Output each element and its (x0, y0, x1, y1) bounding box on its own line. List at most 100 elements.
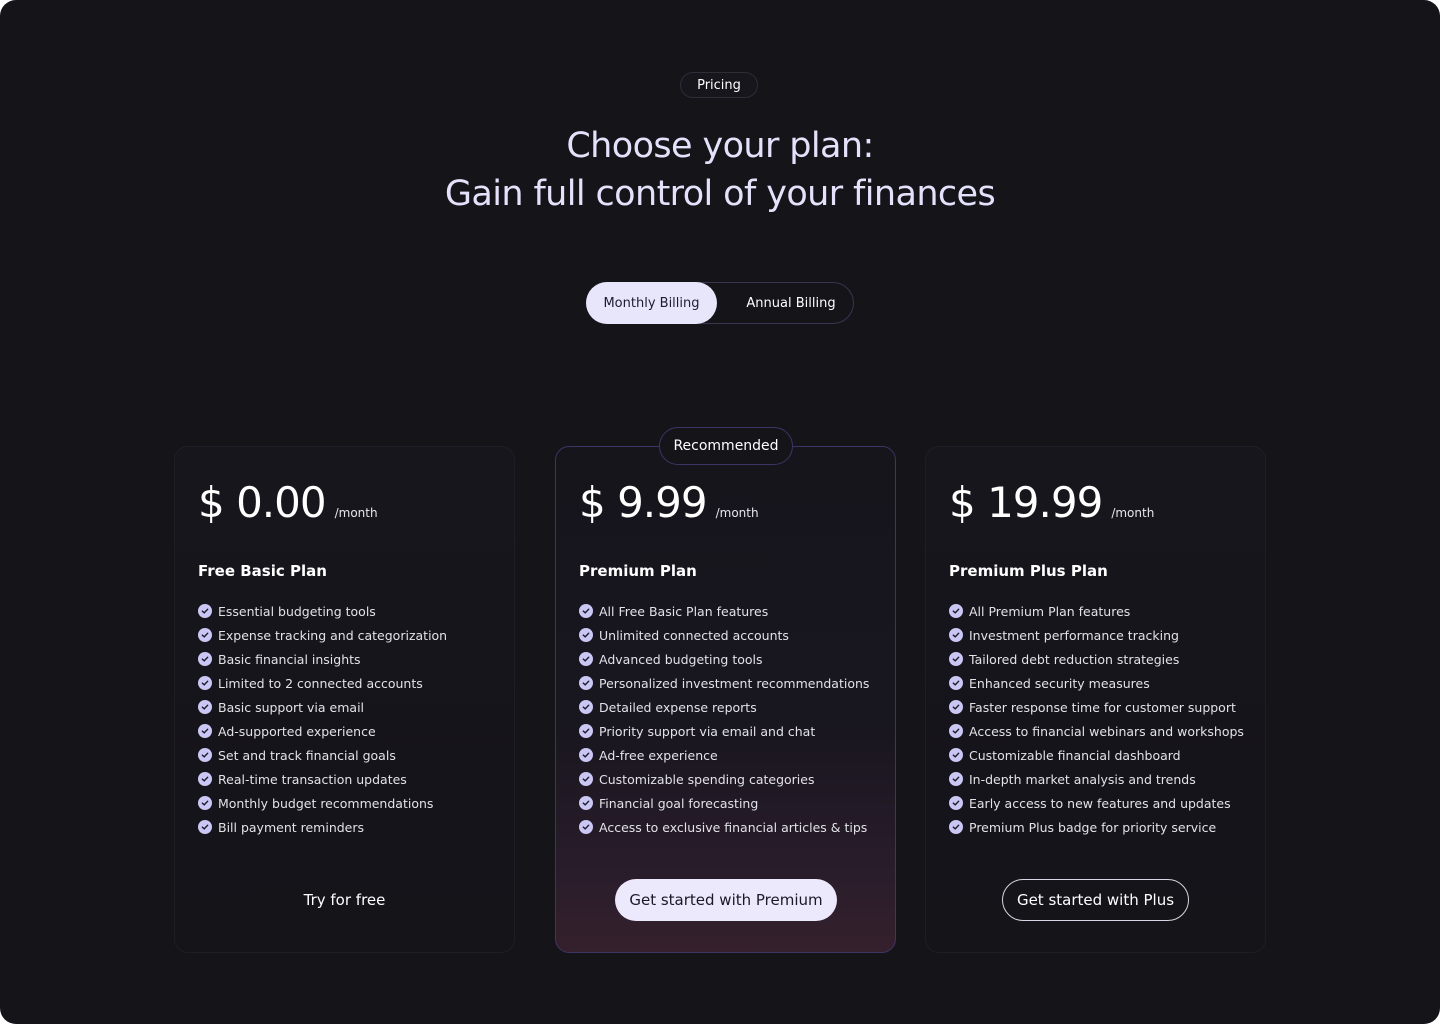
feature-text: Real-time transaction updates (218, 771, 407, 787)
feature-text: Set and track financial goals (218, 747, 396, 763)
annual-billing-tab[interactable]: Annual Billing (727, 282, 855, 324)
feature-item: All Premium Plan features (949, 599, 1244, 623)
feature-text: Tailored debt reduction strategies (969, 651, 1180, 667)
check-circle-icon (198, 796, 212, 810)
feature-item: Premium Plus badge for priority service (949, 815, 1244, 839)
feature-item: Advanced budgeting tools (579, 647, 869, 671)
feature-text: Bill payment reminders (218, 819, 365, 835)
feature-text: Unlimited connected accounts (599, 627, 789, 643)
pricing-badge: Pricing (680, 72, 758, 98)
feature-item: In-depth market analysis and trends (949, 767, 1244, 791)
feature-text: Early access to new features and updates (969, 795, 1231, 811)
feature-item: Set and track financial goals (198, 743, 447, 767)
feature-item: All Free Basic Plan features (579, 599, 869, 623)
feature-item: Customizable financial dashboard (949, 743, 1244, 767)
check-circle-icon (579, 748, 593, 762)
check-circle-icon (949, 700, 963, 714)
feature-text: Personalized investment recommendations (599, 675, 870, 691)
page-title: Choose your plan: Gain full control of y… (0, 122, 1440, 218)
feature-text: Expense tracking and categorization (218, 627, 448, 643)
plan-card-free: $ 0.00 /month Free Basic Plan Essential … (174, 446, 515, 953)
feature-item: Real-time transaction updates (198, 767, 447, 791)
feature-item: Priority support via email and chat (579, 719, 869, 743)
feature-list: All Premium Plan features Investment perf… (949, 599, 1244, 839)
check-circle-icon (198, 604, 212, 618)
plan-card-premium: Recommended $ 9.99 /month Premium Plan A… (555, 427, 896, 953)
check-circle-icon (949, 772, 963, 786)
feature-text: Financial goal forecasting (599, 795, 759, 811)
price-row: $ 19.99 /month (949, 477, 1154, 529)
plan-name: Premium Plan (579, 562, 697, 580)
feature-text: Faster response time for customer suppor… (969, 699, 1236, 715)
feature-item: Financial goal forecasting (579, 791, 869, 815)
plan-name: Free Basic Plan (198, 562, 327, 580)
check-circle-icon (579, 604, 593, 618)
recommended-badge: Recommended (659, 427, 793, 465)
feature-text: Customizable financial dashboard (969, 747, 1181, 763)
check-circle-icon (949, 748, 963, 762)
feature-item: Faster response time for customer suppor… (949, 695, 1244, 719)
check-circle-icon (579, 820, 593, 834)
feature-text: All Free Basic Plan features (599, 603, 769, 619)
check-circle-icon (198, 700, 212, 714)
billing-toggle: Monthly Billing Annual Billing (586, 282, 854, 324)
monthly-billing-tab[interactable]: Monthly Billing (586, 282, 717, 324)
get-started-premium-button[interactable]: Get started with Premium (615, 879, 837, 921)
get-started-plus-button[interactable]: Get started with Plus (1002, 879, 1189, 921)
check-circle-icon (579, 676, 593, 690)
plan-name: Premium Plus Plan (949, 562, 1108, 580)
try-for-free-button[interactable]: Try for free (175, 879, 514, 921)
feature-list: All Free Basic Plan features Unlimited co… (579, 599, 869, 839)
plan-price: $ 9.99 (579, 478, 708, 527)
feature-item: Unlimited connected accounts (579, 623, 869, 647)
price-row: $ 0.00 /month (198, 477, 378, 529)
feature-item: Expense tracking and categorization (198, 623, 447, 647)
feature-item: Essential budgeting tools (198, 599, 447, 623)
feature-text: Access to financial webinars and worksho… (969, 723, 1244, 739)
feature-text: Basic support via email (218, 699, 365, 715)
plan-price: $ 19.99 (949, 478, 1103, 527)
feature-text: Investment performance tracking (969, 627, 1179, 643)
plan-period: /month (1111, 506, 1155, 520)
feature-text: Access to exclusive financial articles &… (599, 819, 868, 835)
plan-period: /month (715, 506, 759, 520)
title-line-2: Gain full control of your finances (444, 174, 996, 214)
feature-text: Premium Plus badge for priority service (969, 819, 1217, 835)
feature-text: Priority support via email and chat (599, 723, 816, 739)
plan-price: $ 0.00 (198, 478, 327, 527)
feature-item: Enhanced security measures (949, 671, 1244, 695)
plan-period: /month (334, 506, 378, 520)
feature-item: Investment performance tracking (949, 623, 1244, 647)
feature-item: Access to exclusive financial articles &… (579, 815, 869, 839)
check-circle-icon (198, 628, 212, 642)
price-row: $ 9.99 /month (579, 477, 759, 529)
check-circle-icon (579, 628, 593, 642)
check-circle-icon (579, 724, 593, 738)
check-circle-icon (949, 724, 963, 738)
pricing-page: Pricing Choose your plan: Gain full cont… (0, 0, 1440, 1024)
check-circle-icon (579, 652, 593, 666)
feature-item: Tailored debt reduction strategies (949, 647, 1244, 671)
feature-text: Ad-free experience (599, 747, 718, 763)
feature-item: Customizable spending categories (579, 767, 869, 791)
check-circle-icon (949, 628, 963, 642)
check-circle-icon (579, 700, 593, 714)
check-circle-icon (949, 676, 963, 690)
feature-text: Advanced budgeting tools (599, 651, 763, 667)
check-circle-icon (949, 796, 963, 810)
feature-item: Ad-free experience (579, 743, 869, 767)
feature-text: Limited to 2 connected accounts (218, 675, 423, 691)
feature-item: Monthly budget recommendations (198, 791, 447, 815)
feature-item: Ad-supported experience (198, 719, 447, 743)
title-line-1: Choose your plan: (566, 126, 874, 166)
check-circle-icon (198, 676, 212, 690)
feature-item: Access to financial webinars and worksho… (949, 719, 1244, 743)
feature-text: Monthly budget recommendations (218, 795, 434, 811)
feature-item: Limited to 2 connected accounts (198, 671, 447, 695)
check-circle-icon (949, 820, 963, 834)
feature-text: Enhanced security measures (969, 675, 1150, 691)
feature-text: Customizable spending categories (599, 771, 815, 787)
feature-list: Essential budgeting tools Expense trackin… (198, 599, 447, 839)
check-circle-icon (949, 652, 963, 666)
check-circle-icon (198, 748, 212, 762)
